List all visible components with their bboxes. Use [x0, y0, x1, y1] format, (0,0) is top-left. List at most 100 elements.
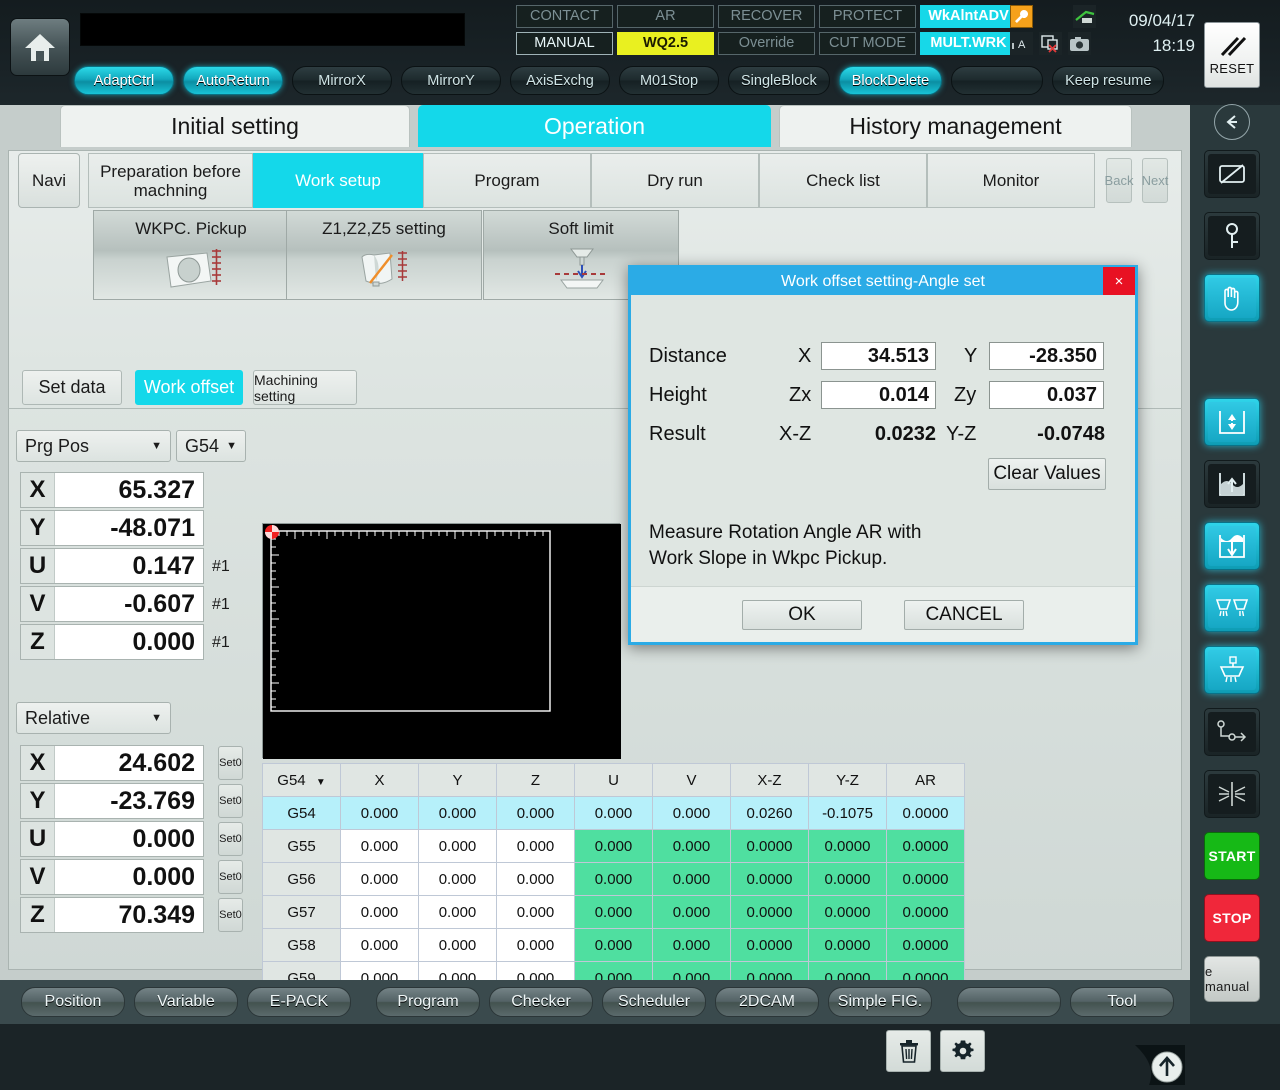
cell-g57-xz[interactable]: 0.0000 — [730, 895, 809, 929]
emanual-button[interactable]: e manual — [1204, 956, 1260, 1002]
scroll-up-button[interactable] — [1135, 1045, 1185, 1085]
distance-x-input[interactable]: 34.513 — [821, 342, 936, 370]
mode-btn-keepresume[interactable]: Keep resume — [1052, 66, 1165, 95]
subtab-monitor[interactable]: Monitor — [927, 153, 1095, 208]
offset-settings-button[interactable] — [940, 1030, 985, 1072]
tab-history-management[interactable]: History management — [779, 105, 1132, 147]
cell-g54-ar[interactable]: 0.0000 — [886, 796, 965, 830]
cell-g55-yz[interactable]: 0.0000 — [808, 829, 887, 863]
mode-btn-adaptctrl[interactable]: AdaptCtrl — [74, 66, 174, 95]
work-offset-table[interactable]: G54 ▼ X Y Z U V X-Z Y-Z AR G54 0.000 0.0… — [262, 763, 965, 995]
set-zero-y-button[interactable]: Set0 — [218, 784, 243, 818]
rbtn-flush-nozzle[interactable] — [1204, 646, 1260, 694]
cell-g56-x[interactable]: 0.000 — [340, 862, 419, 896]
fbtn-tool[interactable]: Tool — [1070, 987, 1174, 1017]
cell-g58-u[interactable]: 0.000 — [574, 928, 653, 962]
cell-g55-u[interactable]: 0.000 — [574, 829, 653, 863]
fbtn-checker[interactable]: Checker — [489, 987, 593, 1017]
set-zero-v-button[interactable]: Set0 — [218, 860, 243, 894]
rbtn-tank-drain[interactable] — [1204, 522, 1260, 570]
height-zy-input[interactable]: 0.037 — [989, 381, 1104, 409]
rbtn-hand[interactable] — [1204, 274, 1260, 322]
cell-g54-v[interactable]: 0.000 — [652, 796, 731, 830]
page-next-button[interactable]: Next — [1142, 158, 1168, 203]
mode-btn-m01stop[interactable]: M01Stop — [619, 66, 719, 95]
func-btn-z-setting[interactable]: Z1,Z2,Z5 setting — [286, 210, 482, 300]
cell-g54-y[interactable]: 0.000 — [418, 796, 497, 830]
subtab-work-setup[interactable]: Work setup — [253, 153, 423, 208]
camera-icon[interactable] — [1068, 32, 1091, 55]
wrench-icon[interactable] — [1010, 5, 1033, 28]
rbtn-wire-path[interactable] — [1204, 708, 1260, 756]
cell-g55-ar[interactable]: 0.0000 — [886, 829, 965, 863]
navi-button[interactable]: Navi — [18, 153, 80, 208]
fbtn-empty[interactable] — [957, 987, 1061, 1017]
cell-g58-y[interactable]: 0.000 — [418, 928, 497, 962]
home-button[interactable] — [10, 18, 70, 76]
close-icon[interactable]: × — [1103, 267, 1135, 295]
offset-table-selector[interactable]: G54 ▼ — [262, 763, 341, 797]
relative-mode-select[interactable]: Relative ▼ — [16, 702, 171, 734]
cell-g58-v[interactable]: 0.000 — [652, 928, 731, 962]
cell-g54-yz[interactable]: -0.1075 — [808, 796, 887, 830]
cell-g57-z[interactable]: 0.000 — [496, 895, 575, 929]
subtab-preparation[interactable]: Preparation before machning — [88, 153, 253, 208]
subtab-program[interactable]: Program — [423, 153, 591, 208]
cell-g56-ar[interactable]: 0.0000 — [886, 862, 965, 896]
rbtn-key[interactable] — [1204, 212, 1260, 260]
rbtn-tank-fill[interactable] — [1204, 460, 1260, 508]
cell-g56-xz[interactable]: 0.0000 — [730, 862, 809, 896]
fbtn-program[interactable]: Program — [376, 987, 480, 1017]
mode-btn-empty[interactable] — [951, 66, 1044, 95]
clear-values-button[interactable]: Clear Values — [988, 458, 1106, 490]
cell-g56-z[interactable]: 0.000 — [496, 862, 575, 896]
cell-g55-y[interactable]: 0.000 — [418, 829, 497, 863]
cell-g54-x[interactable]: 0.000 — [340, 796, 419, 830]
cell-g58-x[interactable]: 0.000 — [340, 928, 419, 962]
cell-g55-z[interactable]: 0.000 — [496, 829, 575, 863]
set-zero-z-button[interactable]: Set0 — [218, 898, 243, 932]
midtab-machining-setting[interactable]: Machining setting — [253, 370, 357, 405]
cell-g55-x[interactable]: 0.000 — [340, 829, 419, 863]
mode-btn-singleblock[interactable]: SingleBlock — [728, 66, 830, 95]
rbtn-tank-updown[interactable] — [1204, 398, 1260, 446]
cell-g55-v[interactable]: 0.000 — [652, 829, 731, 863]
height-zx-input[interactable]: 0.014 — [821, 381, 936, 409]
set-zero-x-button[interactable]: Set0 — [218, 746, 243, 780]
fbtn-epack[interactable]: E-PACK — [247, 987, 351, 1017]
page-back-button[interactable]: Back — [1105, 158, 1133, 203]
mode-btn-axisexchg[interactable]: AxisExchg — [510, 66, 610, 95]
cell-g58-z[interactable]: 0.000 — [496, 928, 575, 962]
workpiece-graphic-canvas[interactable] — [262, 523, 621, 759]
distance-y-input[interactable]: -28.350 — [989, 342, 1104, 370]
table-row[interactable]: G57 0.000 0.000 0.000 0.000 0.000 0.0000… — [262, 895, 965, 929]
cell-g56-y[interactable]: 0.000 — [418, 862, 497, 896]
cell-g58-ar[interactable]: 0.0000 — [886, 928, 965, 962]
cell-g57-x[interactable]: 0.000 — [340, 895, 419, 929]
fbtn-scheduler[interactable]: Scheduler — [602, 987, 706, 1017]
cell-g57-v[interactable]: 0.000 — [652, 895, 731, 929]
set-zero-u-button[interactable]: Set0 — [218, 822, 243, 856]
mode-btn-autoreturn[interactable]: AutoReturn — [183, 66, 283, 95]
coord-system-select[interactable]: G54 ▼ — [176, 430, 246, 462]
tab-operation[interactable]: Operation — [418, 105, 771, 147]
cell-g56-v[interactable]: 0.000 — [652, 862, 731, 896]
fbtn-simple-fig[interactable]: Simple FIG. — [828, 987, 932, 1017]
cell-g57-u[interactable]: 0.000 — [574, 895, 653, 929]
close-window-icon[interactable] — [1039, 32, 1062, 55]
dialog-cancel-button[interactable]: CANCEL — [904, 599, 1024, 630]
fbtn-variable[interactable]: Variable — [134, 987, 238, 1017]
position-mode-select[interactable]: Prg Pos ▼ — [16, 430, 171, 462]
mode-btn-mirrorx[interactable]: MirrorX — [292, 66, 392, 95]
stop-button[interactable]: STOP — [1204, 894, 1260, 942]
midtab-work-offset[interactable]: Work offset — [135, 370, 243, 405]
rbtn-wire-cut[interactable] — [1204, 770, 1260, 818]
rbtn-screen-off[interactable] — [1204, 150, 1260, 198]
tab-initial-setting[interactable]: Initial setting — [60, 105, 410, 147]
cell-g58-xz[interactable]: 0.0000 — [730, 928, 809, 962]
table-row[interactable]: G58 0.000 0.000 0.000 0.000 0.000 0.0000… — [262, 928, 965, 962]
table-row[interactable]: G56 0.000 0.000 0.000 0.000 0.000 0.0000… — [262, 862, 965, 896]
delete-offset-button[interactable] — [886, 1030, 931, 1072]
cell-g56-u[interactable]: 0.000 — [574, 862, 653, 896]
rbtn-dual-nozzle[interactable] — [1204, 584, 1260, 632]
